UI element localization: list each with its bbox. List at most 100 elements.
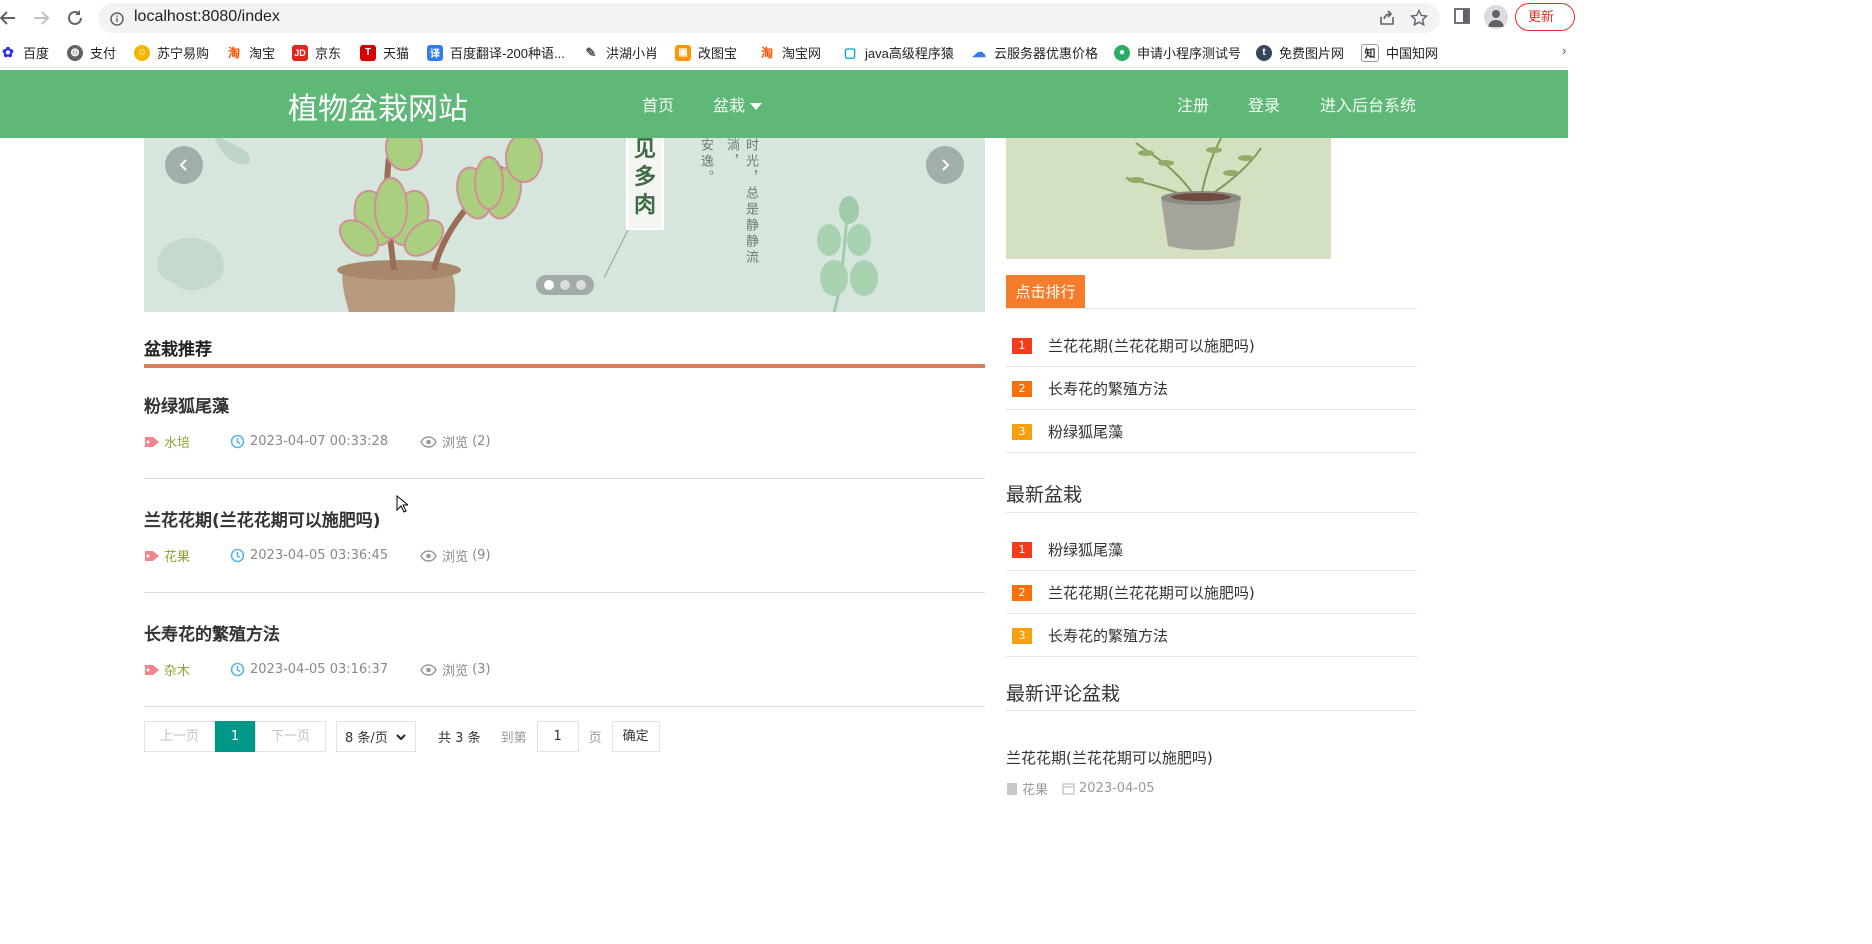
eye-icon: [420, 549, 437, 562]
reload-icon[interactable]: [63, 6, 87, 30]
article-tag[interactable]: 花果: [164, 546, 190, 565]
chevron-left-icon: [179, 159, 187, 171]
site-header: 植物盆栽网站 首页 盆栽 注册 登录 进入后台系统: [0, 70, 1568, 138]
article-view-label: 浏览: [442, 664, 469, 679]
translate-icon: 译: [427, 44, 443, 61]
taobao-icon: 淘: [759, 44, 775, 61]
tag-icon: [145, 550, 159, 561]
carousel-next-button[interactable]: [926, 146, 964, 184]
carousel-dot[interactable]: [576, 280, 586, 290]
clock-icon: [230, 662, 245, 677]
latest-list-item[interactable]: 2 兰花花期(兰花花期可以施肥吗): [1006, 571, 1417, 614]
nav-bonsai-label: 盆栽: [713, 96, 746, 115]
bookmark-item[interactable]: ✿ 百度: [0, 43, 49, 62]
article-view-label: 浏览: [442, 550, 469, 565]
image-icon: ▣: [675, 44, 691, 61]
bookmark-item[interactable]: ● 申请小程序测试号: [1114, 43, 1241, 62]
article-title[interactable]: 长寿花的繁殖方法: [144, 620, 280, 645]
bookmark-icon: ✎: [583, 44, 599, 61]
nav-home-link[interactable]: 首页: [642, 92, 674, 116]
article-title[interactable]: 兰花花期(兰花花期可以施肥吗): [144, 506, 381, 531]
bookmark-item[interactable]: ◍ 支付: [67, 43, 116, 62]
back-icon[interactable]: [0, 6, 20, 30]
bookmark-item[interactable]: ✎ 洪湖小肖: [583, 43, 658, 62]
bookmark-item[interactable]: 译百度翻译-200种语...: [427, 43, 565, 62]
update-button[interactable]: 更新: [1515, 3, 1575, 31]
tmall-icon: T: [360, 44, 376, 61]
latest-list-item[interactable]: 3 长寿花的繁殖方法: [1006, 614, 1417, 657]
page-size-value: 8 条/页: [345, 731, 388, 746]
bookmark-item[interactable]: ☁ 云服务器优惠价格: [971, 43, 1098, 62]
bookmark-item[interactable]: JD 京东: [292, 43, 341, 62]
next-page-button[interactable]: 下一页: [255, 721, 327, 752]
comment-item-meta: 花果 2023-04-05: [1006, 779, 1155, 798]
latest-item-title[interactable]: 粉绿狐尾藻: [1048, 539, 1123, 560]
bookmarks-bar: ✿ 百度 ◍ 支付 ☺ 苏宁易购 淘淘宝 JD 京东 T 天猫 译百度翻译-200种语..…: [0, 36, 1568, 68]
article-view-count: (9): [472, 548, 491, 563]
page-size-select[interactable]: 8 条/页: [336, 721, 417, 752]
latest-list-item[interactable]: 1 粉绿狐尾藻: [1006, 528, 1417, 571]
jd-icon: JD: [292, 44, 308, 61]
article-divider: [144, 592, 985, 593]
banner-title-box: 见 多 肉: [626, 138, 664, 230]
address-bar[interactable]: localhost:8080/index: [98, 3, 1440, 33]
rank-number-badge: 1: [1012, 542, 1032, 558]
carousel-dot[interactable]: [544, 280, 554, 290]
side-panel-icon[interactable]: [1453, 7, 1471, 29]
article-tag[interactable]: 水培: [164, 432, 190, 451]
profile-avatar-icon[interactable]: [1484, 5, 1508, 29]
latest-item-title[interactable]: 长寿花的繁殖方法: [1048, 625, 1168, 646]
forward-icon[interactable]: [29, 6, 53, 30]
pagination: 上一页 1 下一页 8 条/页 共 3 条 到第 1 页 确定: [144, 721, 660, 752]
rank-number-badge: 2: [1012, 585, 1032, 601]
ranking-list-item[interactable]: 1 兰花花期(兰花花期可以施肥吗): [1006, 324, 1417, 367]
banner-char: 多: [633, 165, 656, 190]
nav-login-link[interactable]: 登录: [1248, 92, 1280, 116]
bookmark-item[interactable]: 知中国知网: [1361, 43, 1438, 62]
suning-icon: ☺: [134, 44, 150, 61]
banner-char: 见: [633, 138, 656, 162]
ranking-item-title[interactable]: 兰花花期(兰花花期可以施肥吗): [1048, 335, 1255, 356]
current-page-button[interactable]: 1: [215, 721, 256, 752]
goto-page-input[interactable]: 1: [536, 721, 579, 752]
goto-label: 到第: [500, 731, 527, 746]
bookmark-item[interactable]: ☺ 苏宁易购: [134, 43, 209, 62]
article-title[interactable]: 粉绿狐尾藻: [144, 392, 229, 417]
rank-number-badge: 3: [1012, 424, 1032, 440]
article-divider: [144, 706, 985, 707]
tab-click-ranking[interactable]: 点击排行: [1006, 275, 1085, 309]
bookmark-item[interactable]: T 天猫: [360, 43, 409, 62]
url-text[interactable]: localhost:8080/index: [134, 8, 280, 26]
latest-item-title[interactable]: 兰花花期(兰花花期可以施肥吗): [1048, 582, 1255, 603]
share-icon[interactable]: [1378, 9, 1396, 31]
nav-bonsai-dropdown[interactable]: 盆栽: [713, 92, 763, 116]
article-date: 2023-04-05 03:36:45: [250, 548, 389, 563]
bookmark-item[interactable]: ▣ 改图宝: [675, 43, 737, 62]
comment-item-date: 2023-04-05: [1079, 781, 1155, 796]
comment-item-title[interactable]: 兰花花期(兰花花期可以施肥吗): [1006, 747, 1213, 768]
sidebar-plant-image[interactable]: [1006, 138, 1331, 259]
goto-confirm-button[interactable]: 确定: [611, 721, 660, 752]
more-bookmarks-chevron-icon[interactable]: ›: [1562, 43, 1566, 58]
site-logo[interactable]: 植物盆栽网站: [288, 84, 468, 128]
banner-carousel[interactable]: 见 多 肉 时光，总是静静流淌， 安逸。: [144, 138, 985, 312]
ranking-item-title[interactable]: 粉绿狐尾藻: [1048, 421, 1123, 442]
heading-divider: [1006, 710, 1417, 711]
bookmark-item[interactable]: 淘淘宝: [226, 43, 275, 62]
ranking-list-item[interactable]: 3 粉绿狐尾藻: [1006, 410, 1417, 453]
bookmark-item[interactable]: ▢ java高级程序猿: [842, 43, 954, 62]
article-tag[interactable]: 杂木: [164, 660, 190, 679]
site-info-icon[interactable]: [110, 11, 124, 30]
bookmark-item[interactable]: 淘淘宝网: [759, 43, 821, 62]
bookmark-item[interactable]: t 免费图片网: [1256, 43, 1344, 62]
carousel-prev-button[interactable]: [165, 146, 203, 184]
article-view-count: (2): [472, 434, 491, 449]
ranking-list-item[interactable]: 2 长寿花的繁殖方法: [1006, 367, 1417, 410]
nav-register-link[interactable]: 注册: [1177, 92, 1209, 116]
carousel-dot[interactable]: [560, 280, 570, 290]
bookmark-star-icon[interactable]: [1409, 8, 1429, 31]
prev-page-button[interactable]: 上一页: [144, 721, 216, 752]
nav-admin-link[interactable]: 进入后台系统: [1320, 92, 1416, 116]
cloud-icon: ☁: [971, 44, 987, 61]
ranking-item-title[interactable]: 长寿花的繁殖方法: [1048, 378, 1168, 399]
